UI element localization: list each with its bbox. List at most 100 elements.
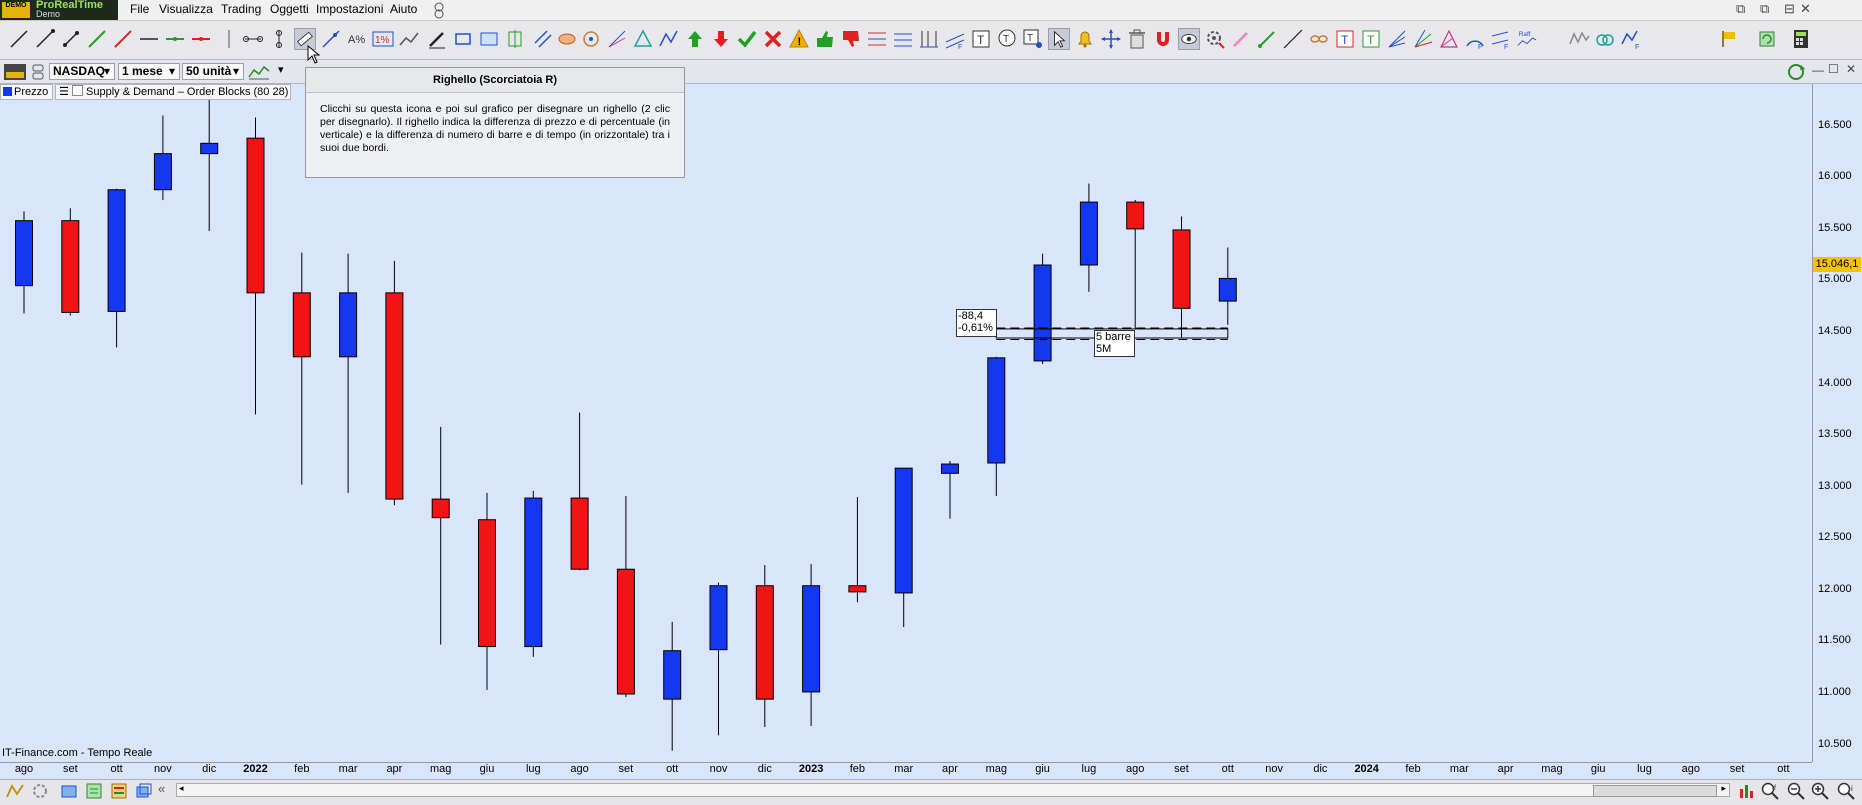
y-tick-label: 13.000 <box>1818 479 1852 492</box>
x-tick-label: giu <box>1035 763 1050 775</box>
x-tick-label: 2024 <box>1354 763 1379 775</box>
candle-body <box>848 585 867 593</box>
price-axis <box>1812 84 1862 762</box>
x-tick-label: mar <box>894 763 914 775</box>
svg-text:f: f <box>1774 785 1776 792</box>
candle-body <box>292 292 311 358</box>
zoom-in-icon[interactable] <box>1810 781 1830 801</box>
x-tick-label: set <box>618 763 634 775</box>
candle-body <box>1079 201 1098 266</box>
zoom-settings-icon[interactable] <box>1737 781 1757 801</box>
x-tick-label: ott <box>666 763 679 775</box>
y-tick-label: 15.000 <box>1818 273 1852 286</box>
scroll-right-icon[interactable]: ▸ <box>1721 783 1726 794</box>
chart-style-icon[interactable] <box>5 782 25 800</box>
zoom-out-icon[interactable] <box>1786 781 1806 801</box>
x-tick-label: giu <box>479 763 495 775</box>
x-tick-label: dic <box>202 763 217 775</box>
candle-body <box>153 153 172 191</box>
candle-body <box>61 220 80 313</box>
candle-body <box>385 292 404 500</box>
x-tick-label: ago <box>1126 763 1145 775</box>
y-tick-label: 10.500 <box>1818 737 1852 750</box>
candle-body <box>1126 201 1145 230</box>
windows-icon[interactable] <box>135 782 153 800</box>
x-tick-label: ott <box>110 763 123 775</box>
y-tick-label: 16.000 <box>1818 170 1852 183</box>
x-tick-label: apr <box>1497 763 1514 775</box>
x-tick-label: mag <box>985 763 1007 775</box>
candle-body <box>663 650 682 700</box>
y-tick-label: 13.500 <box>1818 428 1852 441</box>
scroll-left-icon[interactable]: ◂ <box>179 783 184 794</box>
candle-body <box>339 292 358 358</box>
collapse-left-icon[interactable]: « <box>158 781 165 796</box>
x-tick-label: lug <box>1637 763 1652 775</box>
ruler-price-diff: -88,4 <box>958 310 984 322</box>
candle-body <box>478 519 496 648</box>
x-tick-label: 2023 <box>798 763 824 775</box>
candle-body <box>1172 229 1191 309</box>
candle-body <box>570 497 589 570</box>
y-tick-label: 11.000 <box>1818 685 1851 698</box>
x-tick-label: set <box>1174 763 1189 775</box>
candle-body <box>1218 277 1237 302</box>
y-tick-label: 12.000 <box>1818 582 1852 595</box>
x-tick-label: mag <box>429 763 452 775</box>
y-tick-label: 14.500 <box>1818 325 1852 338</box>
x-tick-label: feb <box>294 763 310 775</box>
y-tick-label: 16.500 <box>1818 118 1852 131</box>
candle-body <box>107 189 126 312</box>
candle-body <box>524 497 543 648</box>
x-tick-label: dic <box>1313 763 1328 775</box>
x-tick-label: nov <box>154 763 172 775</box>
x-tick-label: mar <box>338 763 358 775</box>
ruler-bars-count: 5 barre <box>1096 331 1131 343</box>
ruler-percent-diff: -0,61% <box>958 322 993 334</box>
mouse-cursor-icon <box>307 45 321 64</box>
y-tick-label: 12.500 <box>1818 531 1852 544</box>
zoom-fit-icon[interactable]: f <box>1760 781 1782 801</box>
template-icon[interactable] <box>85 782 103 800</box>
y-tick-label: 14.000 <box>1818 376 1852 389</box>
x-tick-label: ago <box>14 763 34 775</box>
x-tick-label: mar <box>1449 763 1469 775</box>
x-tick-label: lug <box>1081 763 1097 775</box>
y-tick-label: 15.500 <box>1818 221 1852 234</box>
tooltip-title: Righello (Scorciatoia R) <box>306 68 684 93</box>
candle-body <box>200 142 219 155</box>
x-tick-label: feb <box>1405 763 1421 775</box>
x-tick-label: nov <box>709 763 728 775</box>
chart-scrollbar[interactable]: ◂ ▸ <box>176 783 1730 797</box>
candle-body <box>894 467 913 594</box>
x-tick-label: apr <box>386 763 403 775</box>
x-tick-label: set <box>1729 763 1745 775</box>
scrollbar-thumb[interactable] <box>1593 785 1717 797</box>
y-tick-label: 11.500 <box>1818 634 1851 647</box>
candle-body <box>431 498 450 519</box>
tools-icon[interactable] <box>30 782 50 800</box>
candle-body <box>1033 264 1052 362</box>
indicators-icon[interactable] <box>110 782 128 800</box>
screenshot-icon[interactable] <box>60 782 78 800</box>
candle-body <box>802 585 821 693</box>
x-tick-label: giu <box>1590 763 1606 775</box>
x-tick-label: lug <box>525 763 541 775</box>
candle-body <box>941 463 959 474</box>
zoom-reset-icon[interactable]: i <box>1836 781 1858 801</box>
ruler-time-span: 5M <box>1096 343 1112 355</box>
data-source-label: IT-Finance.com - Tempo Reale <box>2 747 153 759</box>
svg-text:i: i <box>1851 784 1853 793</box>
x-tick-label: mag <box>1541 763 1563 775</box>
price-chart[interactable] <box>0 0 1862 804</box>
ruler-price-label: -88,4 -0,61% <box>956 309 997 337</box>
tooltip-body: Clicchi su questa icona e poi sul grafic… <box>320 103 670 154</box>
x-tick-label: ago <box>1681 763 1700 775</box>
last-price-tag: 15.046,1 <box>1813 257 1861 272</box>
x-tick-label: feb <box>849 763 866 775</box>
x-tick-label: ott <box>1221 763 1234 775</box>
candle-body <box>616 568 635 695</box>
ruler-time-label: 5 barre 5M <box>1094 330 1135 357</box>
candle-body <box>755 585 774 700</box>
x-tick-label: nov <box>1265 763 1283 775</box>
